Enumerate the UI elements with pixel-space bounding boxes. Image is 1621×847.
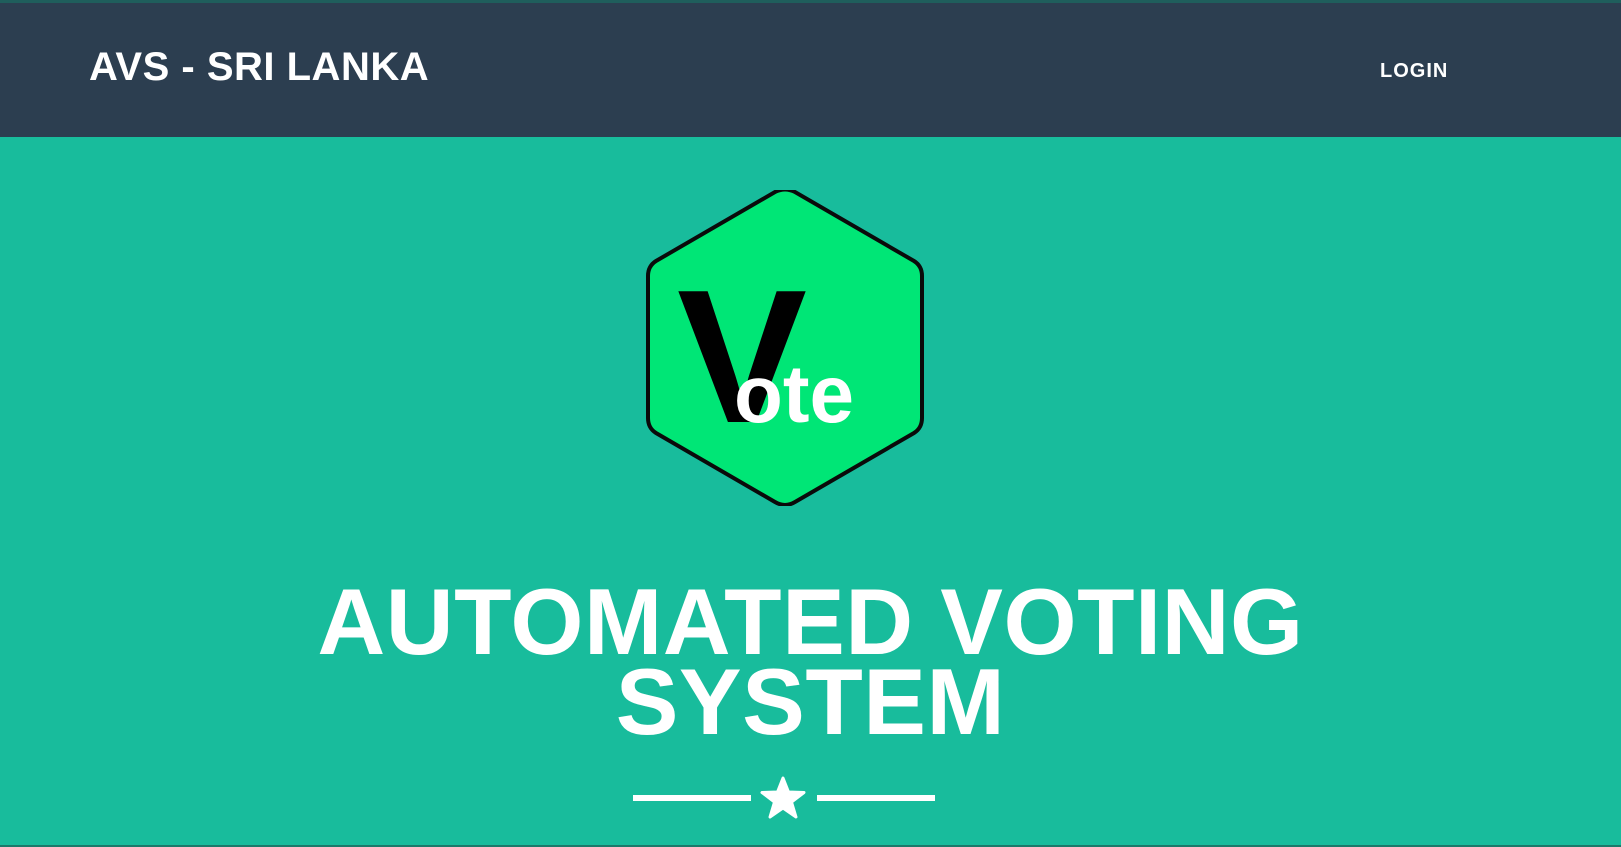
vote-logo: V ote: [646, 190, 924, 506]
star-divider: [630, 776, 940, 820]
page-title: AUTOMATED VOTING SYSTEM: [0, 575, 1621, 754]
divider-line-left: [633, 795, 751, 801]
login-link[interactable]: LOGIN: [1380, 59, 1448, 83]
brand-link[interactable]: AVS - SRI LANKA: [89, 43, 429, 91]
divider-line-right: [817, 795, 935, 801]
logo-letters-ote: ote: [734, 349, 854, 440]
title-line-2: SYSTEM: [615, 649, 1006, 754]
star-icon: [760, 776, 806, 819]
navbar: AVS - SRI LANKA LOGIN: [0, 3, 1621, 137]
